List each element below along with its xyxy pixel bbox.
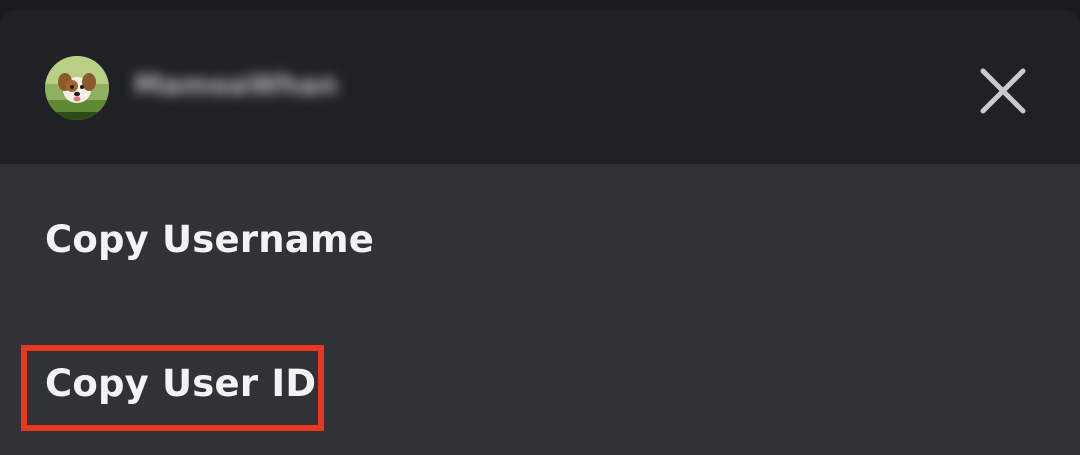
copy-username-label: Copy Username xyxy=(45,218,375,261)
username: MamoaWhan xyxy=(134,68,338,101)
user-context-sheet: MamoaWhan Copy Username Copy User ID xyxy=(0,10,1080,455)
close-button[interactable] xyxy=(972,60,1034,122)
copy-username-item[interactable]: Copy Username xyxy=(0,164,1080,294)
dog-avatar-icon xyxy=(45,56,109,120)
copy-user-id-label: Copy User ID xyxy=(45,362,317,405)
copy-user-id-item[interactable]: Copy User ID xyxy=(0,310,1080,455)
sheet-header: MamoaWhan xyxy=(0,10,1080,164)
close-icon xyxy=(980,68,1026,114)
screen: MamoaWhan Copy Username Copy User ID xyxy=(0,0,1080,455)
avatar[interactable] xyxy=(45,56,109,120)
